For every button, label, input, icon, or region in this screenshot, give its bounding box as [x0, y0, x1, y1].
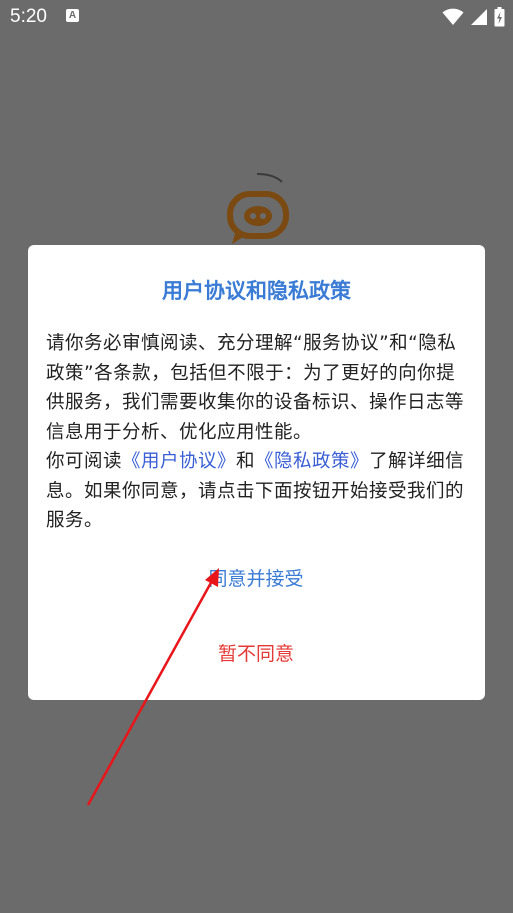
battery-charging-icon: [494, 7, 505, 27]
user-agreement-link[interactable]: 《用户协议》: [122, 451, 236, 472]
status-time: 5:20: [10, 6, 47, 27]
privacy-policy-link[interactable]: 《隐私政策》: [255, 451, 369, 472]
chat-bubble-pig-logo-icon: [227, 173, 289, 244]
status-bar: 5:20 A: [0, 0, 513, 36]
dialog-body-text: 请你务必审慎阅读、充分理解“服务协议”和“隐私政策”各条款，包括但不限于：为了更…: [46, 333, 465, 443]
agree-button[interactable]: 同意并接受: [156, 559, 356, 599]
dialog-title: 用户协议和隐私政策: [162, 279, 351, 303]
dialog-body-prefix: 你可阅读: [46, 451, 123, 472]
status-icons: [442, 6, 505, 28]
wifi-icon: [442, 8, 464, 25]
disagree-button[interactable]: 暂不同意: [156, 634, 356, 674]
dialog-body-conjunction: 和: [236, 451, 256, 472]
cell-signal-icon: [471, 9, 487, 25]
a-notification-icon: A: [66, 9, 79, 22]
privacy-dialog: 用户协议和隐私政策 请你务必审慎阅读、充分理解“服务协议”和“隐私政策”各条款，…: [28, 245, 485, 700]
dialog-body: 请你务必审慎阅读、充分理解“服务协议”和“隐私政策”各条款，包括但不限于：为了更…: [46, 329, 471, 536]
